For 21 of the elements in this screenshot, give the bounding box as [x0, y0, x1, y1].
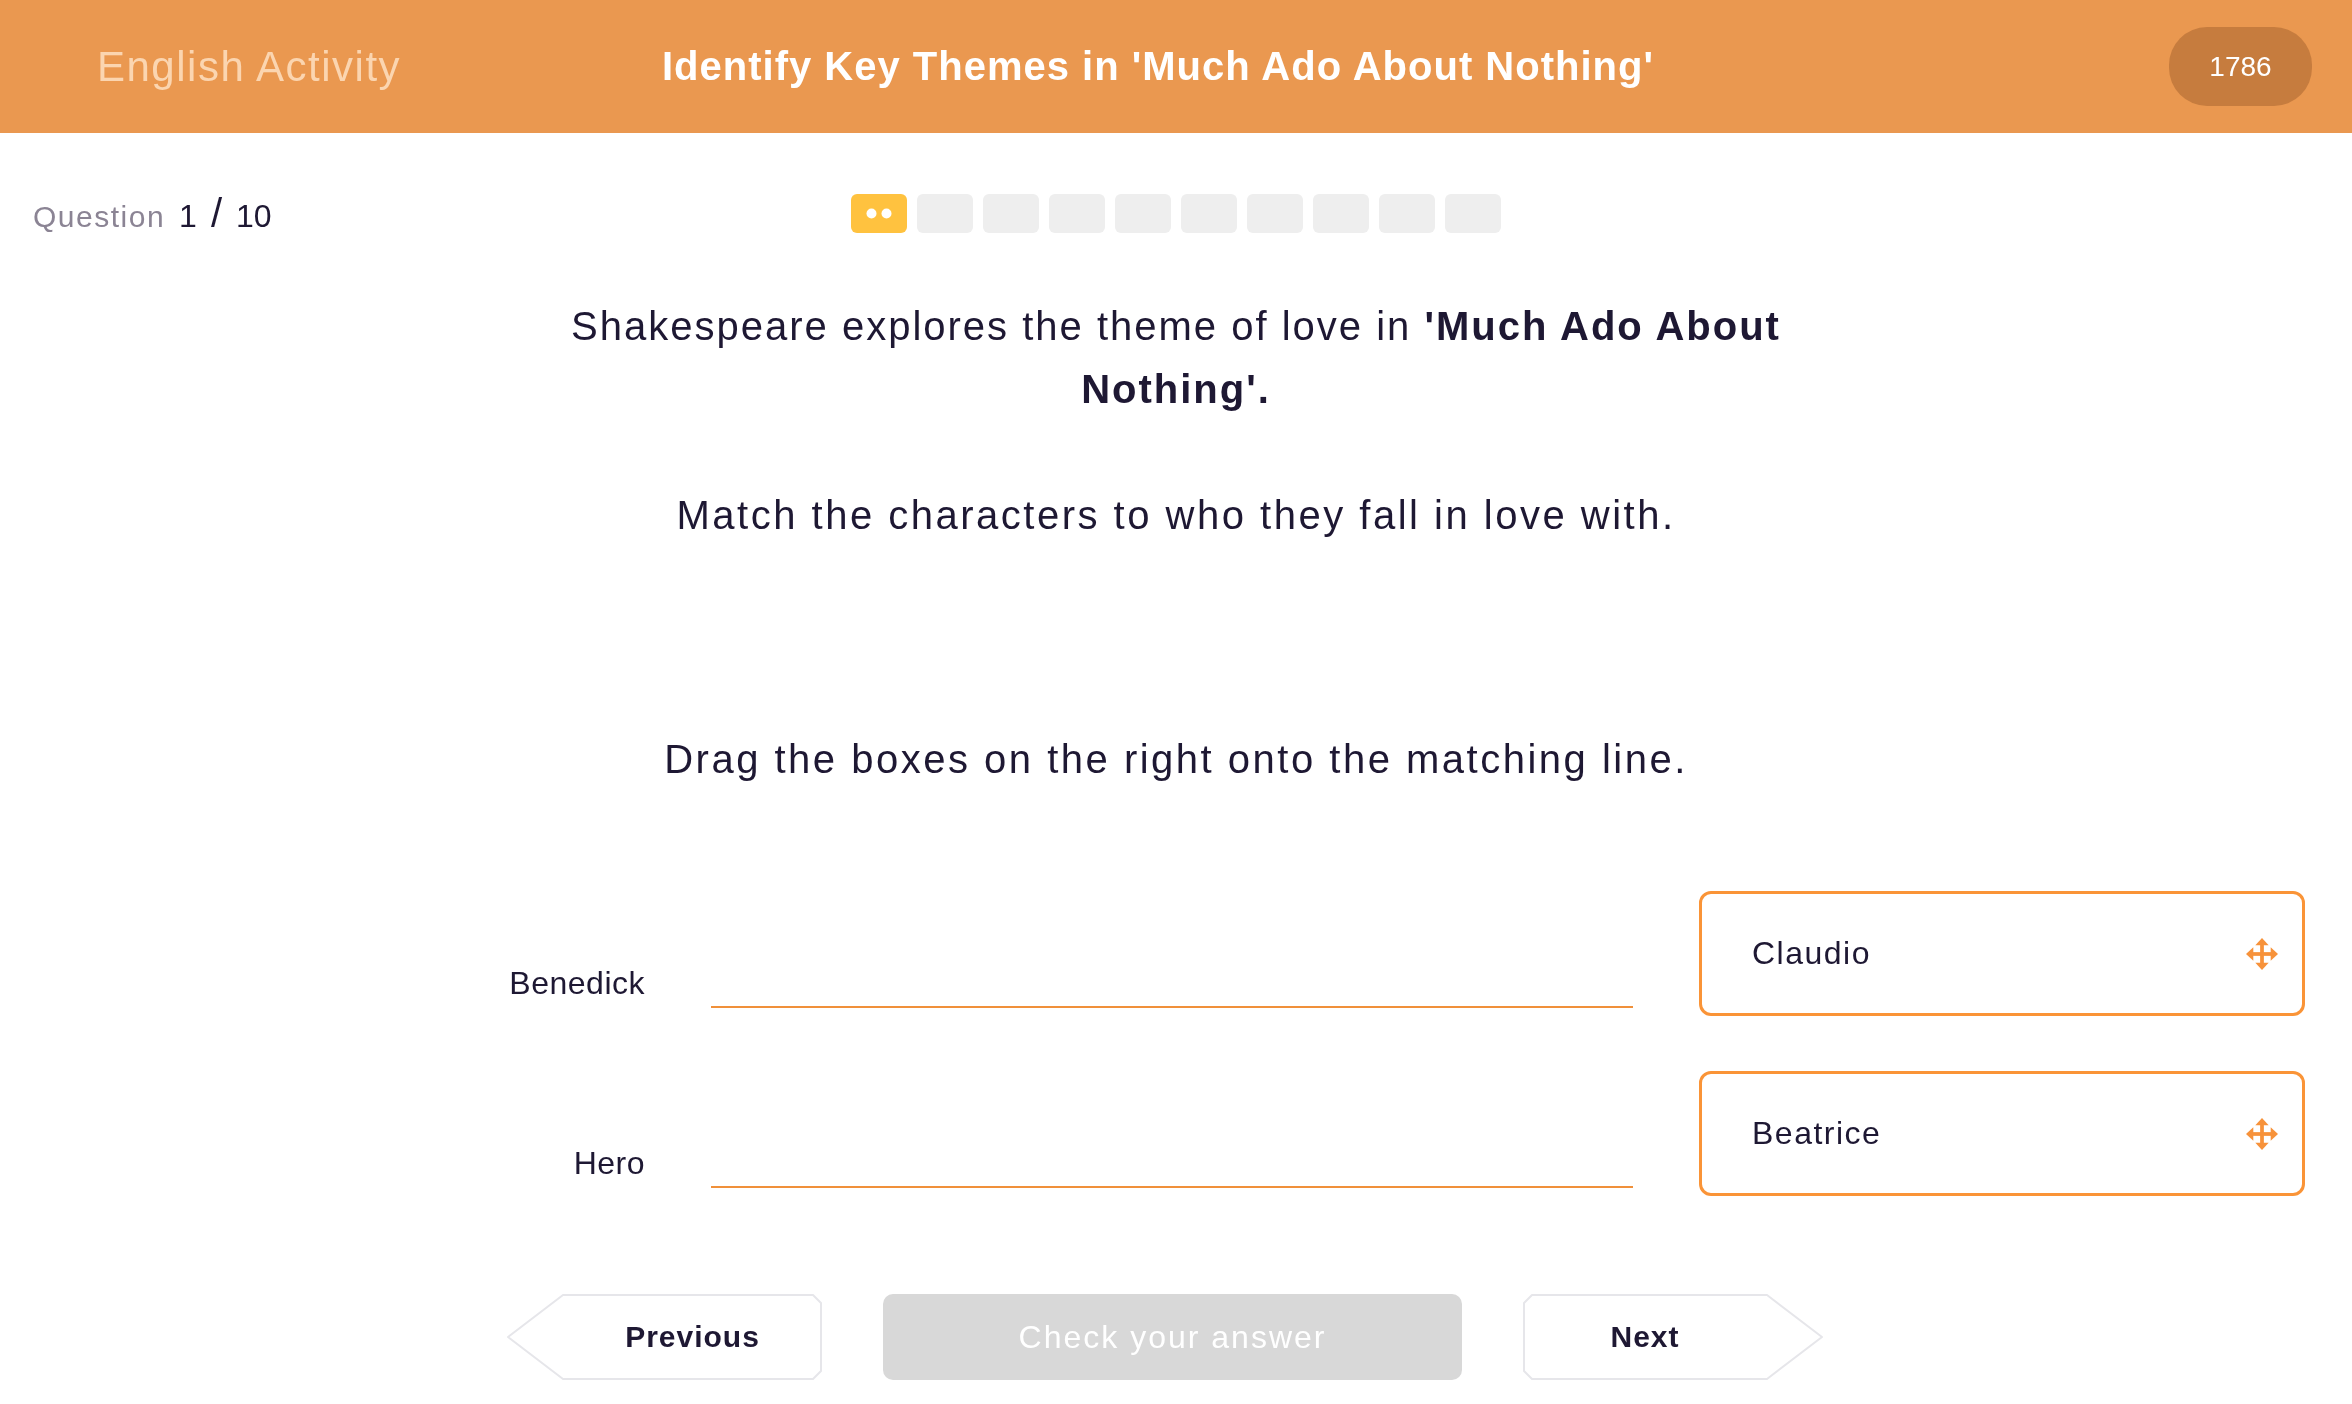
drop-line[interactable]: [711, 1186, 1633, 1188]
previous-button[interactable]: Previous: [507, 1294, 822, 1380]
dots-icon: [866, 208, 892, 219]
score-badge: 1786: [2169, 27, 2312, 106]
move-icon: [2246, 1117, 2278, 1150]
drag-option[interactable]: Beatrice: [1699, 1071, 2305, 1196]
character-label: Benedick: [509, 965, 645, 1003]
activity-title: Identify Key Themes in 'Much Ado About Nothing': [662, 44, 1654, 88]
drag-instruction: Drag the boxes on the right onto the matching line.: [664, 736, 1688, 783]
question-label: Question: [33, 200, 166, 234]
question-prompt: Shakespeare explores the theme of love in 'Much Ado About Nothing'.: [570, 303, 1782, 413]
character-label: Hero: [573, 1145, 645, 1183]
question-total: 10: [236, 198, 272, 235]
drop-line[interactable]: [711, 1006, 1633, 1008]
question-number: 1: [179, 198, 197, 235]
question-instruction: Match the characters to who they fall in love with.: [676, 492, 1676, 539]
drag-option[interactable]: Claudio: [1699, 891, 2305, 1016]
counter-separator: /: [210, 191, 222, 236]
move-icon: [2246, 937, 2278, 970]
next-button[interactable]: Next: [1523, 1294, 1823, 1380]
subject-label: English Activity: [97, 42, 402, 90]
